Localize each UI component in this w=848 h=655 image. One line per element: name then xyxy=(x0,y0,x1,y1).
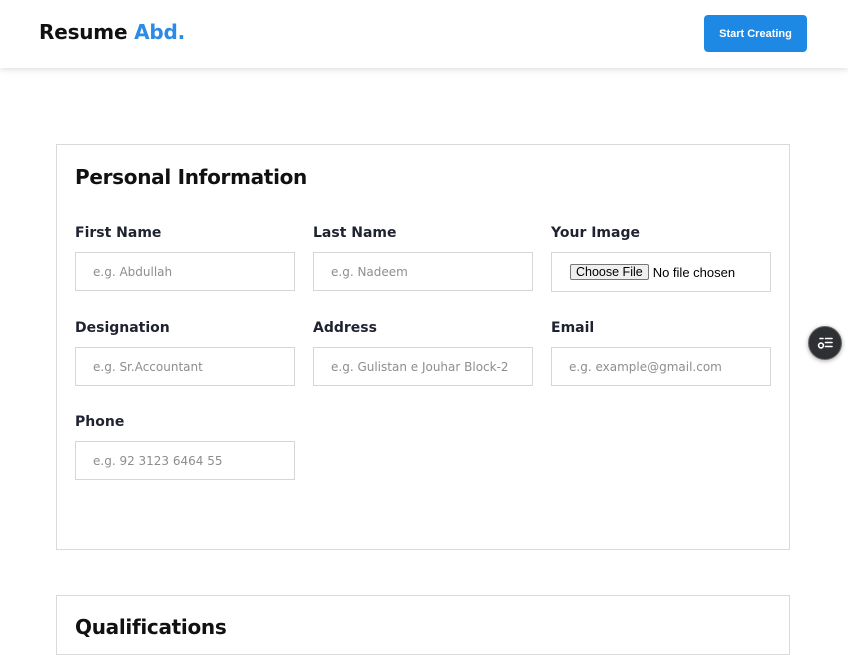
address-input[interactable] xyxy=(313,347,533,386)
email-input[interactable] xyxy=(551,347,771,386)
first-name-input[interactable] xyxy=(75,252,295,291)
designation-input[interactable] xyxy=(75,347,295,386)
qualifications-card: Qualifications xyxy=(56,595,790,655)
qualifications-title: Qualifications xyxy=(75,615,227,639)
email-label: Email xyxy=(551,320,595,336)
address-label: Address xyxy=(313,320,377,336)
first-name-group: First Name xyxy=(75,225,295,291)
email-group: Email xyxy=(551,320,771,386)
last-name-input[interactable] xyxy=(313,252,533,291)
settings-list-icon-glyph xyxy=(817,337,833,349)
navbar: Resume Abd. Start Creating xyxy=(0,0,848,68)
designation-label: Designation xyxy=(75,320,170,336)
start-creating-button[interactable]: Start Creating xyxy=(704,15,807,52)
phone-label: Phone xyxy=(75,414,125,430)
file-status-text: No file chosen xyxy=(652,264,736,280)
image-file-input[interactable]: Choose File No file chosen xyxy=(551,252,771,292)
brand-name: Resume xyxy=(39,20,135,44)
personal-information-card: Personal Information First Name Last Nam… xyxy=(56,144,790,550)
section-title: Personal Information xyxy=(75,165,307,189)
settings-list-icon[interactable] xyxy=(808,326,842,360)
brand-logo[interactable]: Resume Abd. xyxy=(39,20,185,44)
image-label: Your Image xyxy=(551,225,640,241)
designation-group: Designation xyxy=(75,320,295,386)
last-name-label: Last Name xyxy=(313,225,397,241)
last-name-group: Last Name xyxy=(313,225,533,291)
brand-accent: Abd. xyxy=(134,20,185,44)
image-group: Your Image Choose File No file chosen xyxy=(551,225,771,292)
choose-file-button[interactable]: Choose File xyxy=(570,264,649,280)
first-name-label: First Name xyxy=(75,225,162,241)
phone-input[interactable] xyxy=(75,441,295,480)
address-group: Address xyxy=(313,320,533,386)
phone-group: Phone xyxy=(75,414,295,480)
